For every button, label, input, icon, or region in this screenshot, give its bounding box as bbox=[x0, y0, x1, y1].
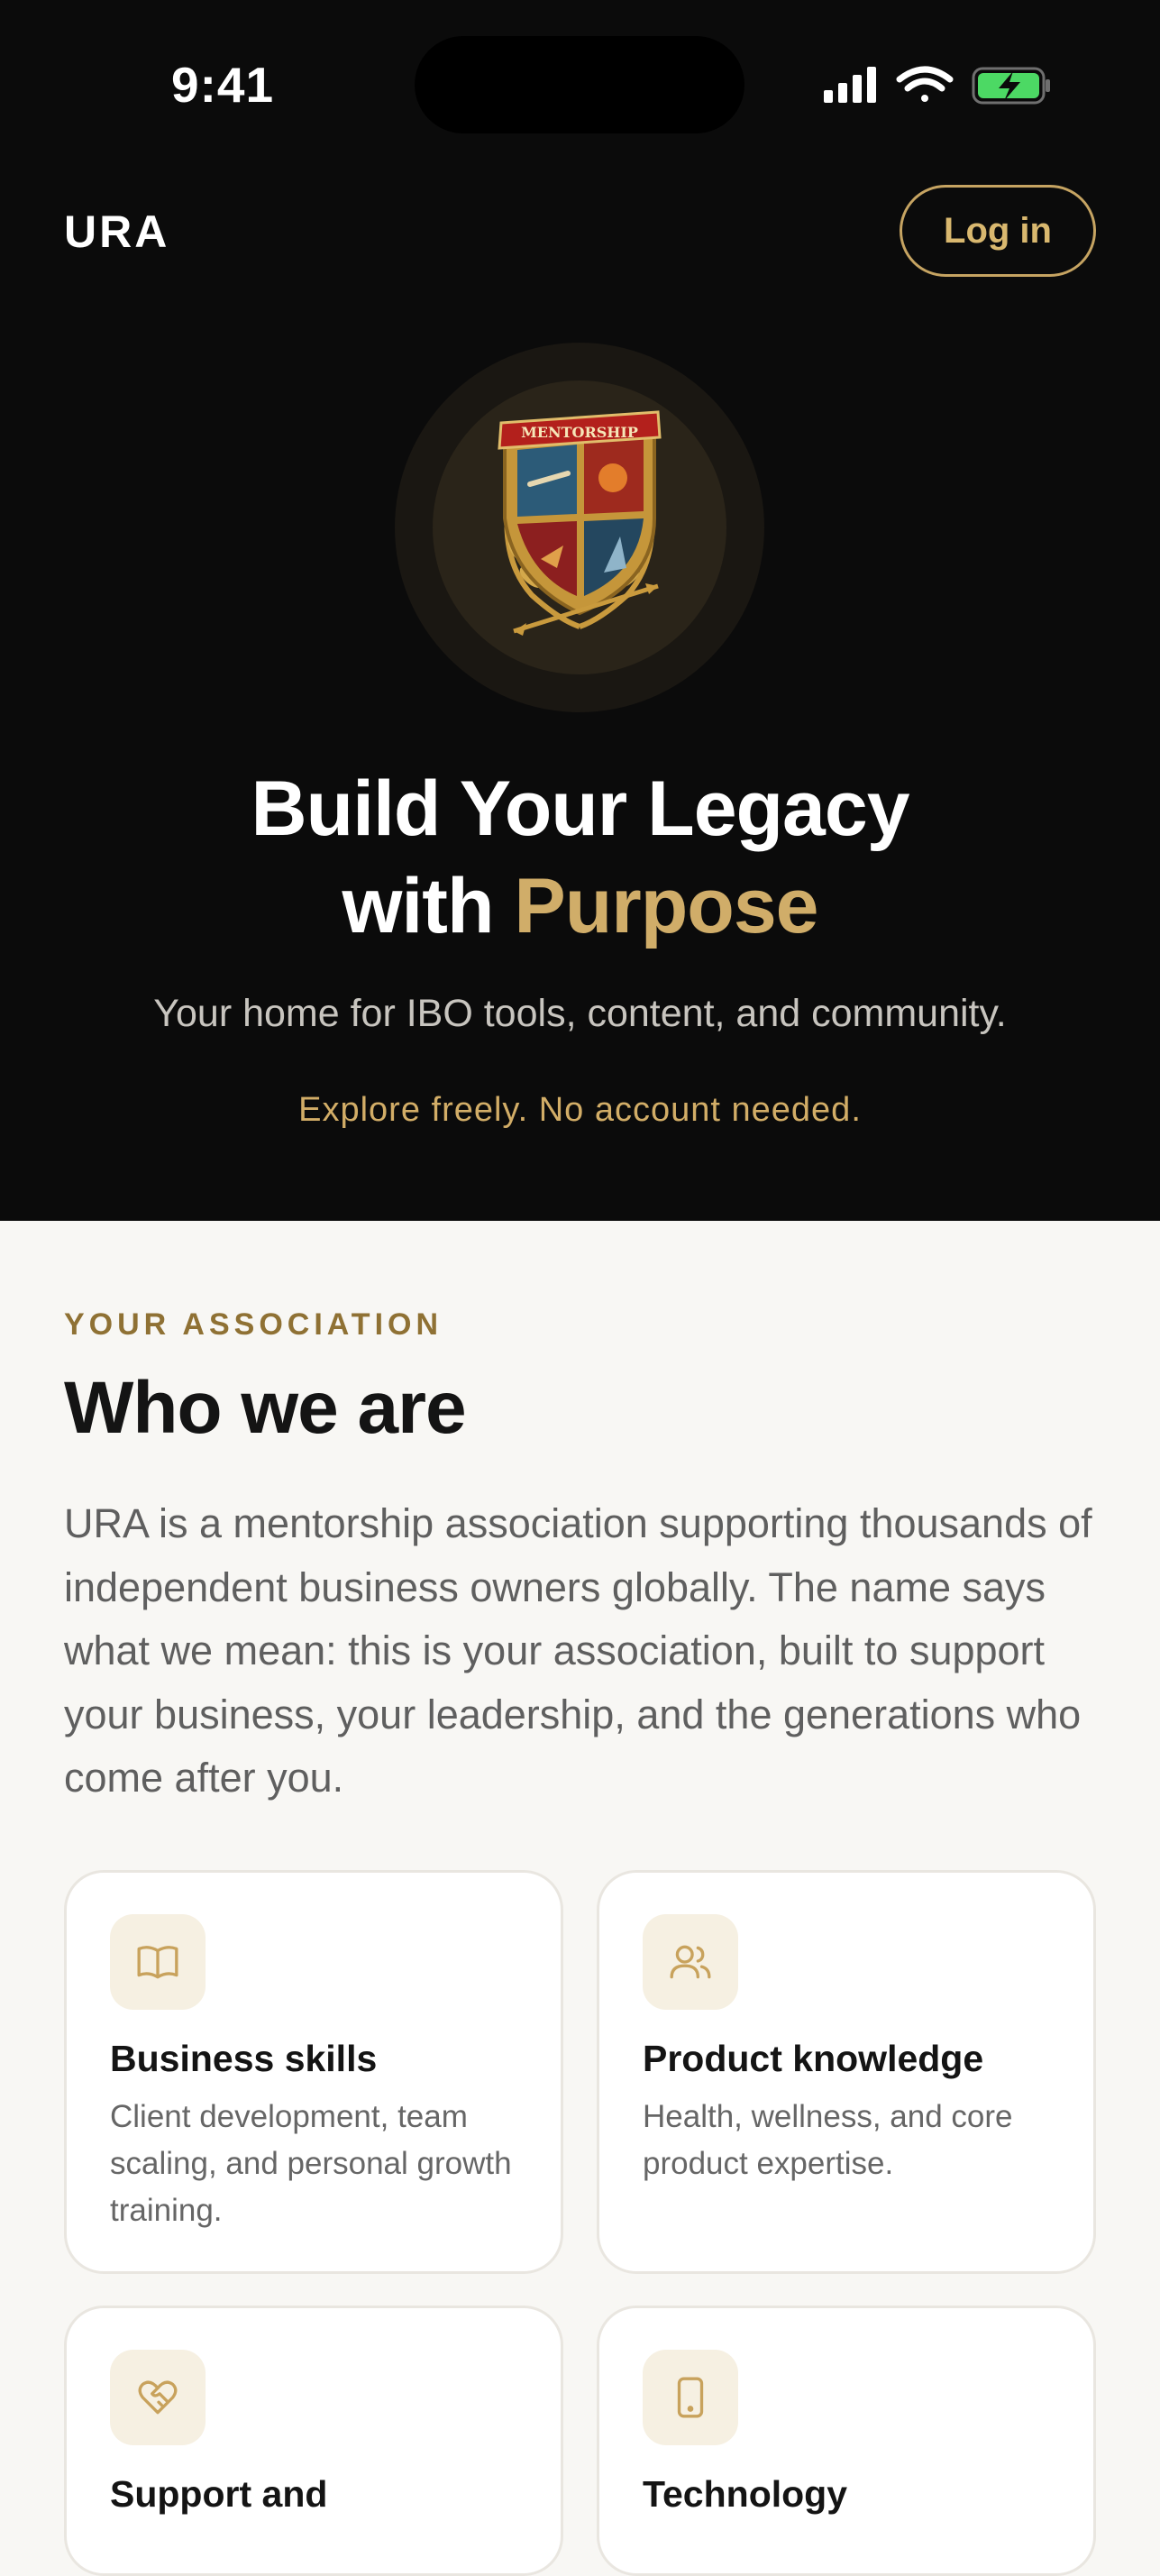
explore-note: Explore freely. No account needed. bbox=[298, 1091, 862, 1129]
headline-line2: with Purpose bbox=[0, 857, 1160, 955]
dynamic-island bbox=[415, 36, 744, 133]
signal-icon bbox=[824, 67, 876, 103]
feature-card-product-knowledge[interactable]: Product knowledge Health, wellness, and … bbox=[597, 1870, 1096, 2274]
feature-card-support[interactable]: Support and bbox=[64, 2306, 563, 2576]
headline-line1: Build Your Legacy bbox=[251, 765, 909, 852]
smartphone-icon bbox=[643, 2350, 738, 2445]
login-button[interactable]: Log in bbox=[900, 185, 1096, 277]
headline-with: with bbox=[342, 863, 495, 949]
hero-headline: Build Your Legacy with Purpose bbox=[0, 760, 1160, 955]
mentorship-crest-icon: MENTORSHIP bbox=[498, 410, 662, 636]
card-description: Client development, team scaling, and pe… bbox=[110, 2099, 512, 2228]
card-title: Support and bbox=[110, 2473, 328, 2515]
feature-card-technology[interactable]: Technology bbox=[597, 2306, 1096, 2576]
status-time: 9:41 bbox=[171, 57, 275, 113]
battery-icon bbox=[972, 67, 1050, 105]
card-title: Technology bbox=[643, 2473, 848, 2515]
svg-text:MENTORSHIP: MENTORSHIP bbox=[521, 424, 638, 441]
card-title: Product knowledge bbox=[643, 2038, 984, 2079]
card-title: Business skills bbox=[110, 2038, 378, 2079]
book-icon bbox=[110, 1914, 206, 2010]
users-icon bbox=[643, 1914, 738, 2010]
hero-section: 9:41 URA Log in MENTORSHIP Build Your Le… bbox=[0, 0, 1160, 1221]
feature-card-business-skills[interactable]: Business skills Client development, team… bbox=[64, 1870, 563, 2274]
hero-tagline: Your home for IBO tools, content, and co… bbox=[153, 992, 1007, 1035]
card-description: Health, wellness, and core product exper… bbox=[643, 2099, 1013, 2181]
section-description: URA is a mentorship association supporti… bbox=[64, 1500, 1092, 1801]
wifi-icon bbox=[896, 66, 954, 102]
section-eyebrow: YOUR ASSOCIATION bbox=[64, 1307, 443, 1342]
headline-accent: Purpose bbox=[514, 863, 818, 949]
section-title: Who we are bbox=[64, 1367, 467, 1449]
heart-handshake-icon bbox=[110, 2350, 206, 2445]
status-icons bbox=[820, 63, 1055, 108]
brand-logo[interactable]: URA bbox=[64, 206, 169, 258]
